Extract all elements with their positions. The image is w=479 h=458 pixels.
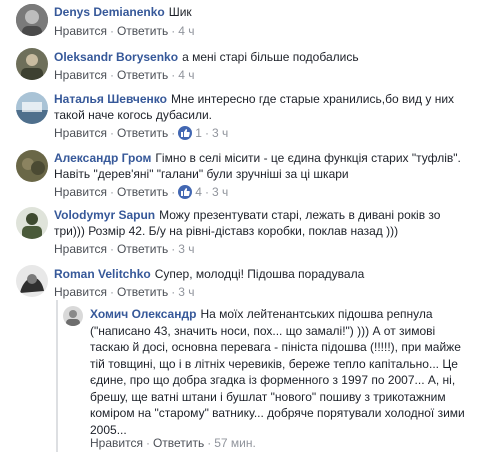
comment-body: Наталья Шевченко Мне интересно где старые… bbox=[54, 91, 464, 123]
timestamp[interactable]: 4 ч bbox=[178, 24, 194, 38]
comment-text: а мені старі більше подобались bbox=[182, 50, 359, 64]
comment-actions: Нравится · Ответить · 3 ч bbox=[54, 285, 195, 299]
comment-actions: Нравится · Ответить · 1 · 3 ч bbox=[54, 126, 229, 140]
comment-body: Roman Velitchko Супер, молодці! Підошва п… bbox=[54, 266, 469, 282]
like-link[interactable]: Нравится bbox=[54, 242, 107, 256]
comment: Александр Гром Гімно в селі місити - це є… bbox=[0, 144, 479, 200]
like-link[interactable]: Нравится bbox=[90, 436, 143, 450]
comment-author[interactable]: Roman Velitchko bbox=[54, 267, 151, 281]
comment-body: Volodymyr Sapun Можу презентувати старі, … bbox=[54, 207, 469, 239]
like-link[interactable]: Нравится bbox=[54, 68, 107, 82]
avatar[interactable] bbox=[16, 92, 48, 124]
like-link[interactable]: Нравится bbox=[54, 24, 107, 38]
comment: Oleksandr Borysenko а мені старі більше п… bbox=[0, 44, 479, 88]
avatar[interactable] bbox=[16, 207, 48, 239]
like-link[interactable]: Нравится bbox=[54, 126, 107, 140]
comment-author[interactable]: Oleksandr Borysenko bbox=[54, 50, 178, 64]
reply-link[interactable]: Ответить bbox=[117, 24, 168, 38]
comment: Volodymyr Sapun Можу презентувати старі, … bbox=[0, 203, 479, 259]
like-link[interactable]: Нравится bbox=[54, 285, 107, 299]
avatar[interactable] bbox=[16, 48, 48, 80]
comment-text: На моїх лейтенантських підошва репнула (… bbox=[90, 307, 465, 437]
reaction-count[interactable]: 4 bbox=[195, 185, 202, 199]
comment: Roman Velitchko Супер, молодці! Підошва п… bbox=[0, 262, 479, 302]
like-link[interactable]: Нравится bbox=[54, 185, 107, 199]
timestamp[interactable]: 57 мин. bbox=[214, 436, 256, 450]
timestamp[interactable]: 3 ч bbox=[178, 242, 194, 256]
comment-text: Шик bbox=[168, 5, 192, 19]
reply-link[interactable]: Ответить bbox=[117, 68, 168, 82]
comment-actions: Нравится · Ответить · 3 ч bbox=[54, 242, 195, 256]
avatar[interactable] bbox=[16, 4, 48, 36]
comment-body: Александр Гром Гімно в селі місити - це є… bbox=[54, 150, 469, 182]
comment: Denys Demianenko Шик Нравится · Ответить · 4 … bbox=[0, 0, 479, 40]
reply-link[interactable]: Ответить bbox=[117, 285, 168, 299]
comment: Наталья Шевченко Мне интересно где старые… bbox=[0, 88, 479, 144]
comment-body: Хомич Олександр На моїх лейтенантських пі… bbox=[90, 306, 472, 438]
timestamp[interactable]: 3 ч bbox=[212, 126, 228, 140]
reply-link[interactable]: Ответить bbox=[117, 126, 168, 140]
timestamp[interactable]: 3 ч bbox=[212, 185, 228, 199]
reaction-count[interactable]: 1 bbox=[195, 126, 202, 140]
comment-actions: Нравится · Ответить · 4 ч bbox=[54, 24, 195, 38]
comment-author[interactable]: Volodymyr Sapun bbox=[54, 208, 155, 222]
comment-author[interactable]: Наталья Шевченко bbox=[54, 92, 167, 106]
comment-author[interactable]: Denys Demianenko bbox=[54, 5, 165, 19]
comment-author[interactable]: Александр Гром bbox=[54, 151, 151, 165]
timestamp[interactable]: 3 ч bbox=[178, 285, 194, 299]
avatar[interactable] bbox=[63, 306, 83, 326]
comment-text: Супер, молодці! Підошва порадувала bbox=[154, 267, 365, 281]
thumbs-up-icon[interactable] bbox=[178, 126, 193, 140]
reply-comment: Хомич Олександр На моїх лейтенантських пі… bbox=[0, 302, 479, 458]
comment-actions: Нравится · Ответить · 4 ч bbox=[54, 68, 195, 82]
comment-body: Denys Demianenko Шик bbox=[54, 4, 464, 20]
comment-actions: Нравится · Ответить · 4 · 3 ч bbox=[54, 185, 229, 199]
thumbs-up-icon[interactable] bbox=[178, 185, 193, 199]
avatar[interactable] bbox=[16, 150, 48, 182]
timestamp[interactable]: 4 ч bbox=[178, 68, 194, 82]
comment-actions: Нравится · Ответить · 57 мин. bbox=[90, 436, 256, 450]
reply-link[interactable]: Ответить bbox=[117, 185, 168, 199]
reply-link[interactable]: Ответить bbox=[117, 242, 168, 256]
avatar[interactable] bbox=[16, 265, 48, 297]
reply-link[interactable]: Ответить bbox=[153, 436, 204, 450]
comment-body: Oleksandr Borysenko а мені старі більше п… bbox=[54, 49, 464, 65]
comment-author[interactable]: Хомич Олександр bbox=[90, 307, 196, 321]
